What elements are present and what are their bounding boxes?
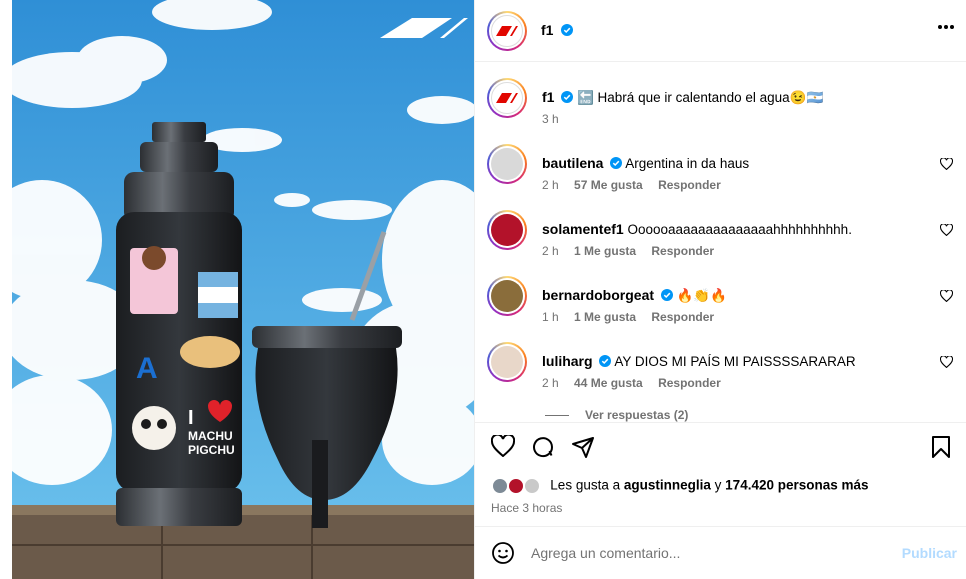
comment-body: solamentef1 Oooooaaaaaaaaaaaaaahhhhhhhhh…: [542, 220, 922, 239]
svg-text:I: I: [188, 407, 194, 429]
reply-button[interactable]: Responder: [651, 244, 714, 258]
caption-meta: 3 h: [542, 112, 571, 126]
like-comment-heart-icon[interactable]: [940, 290, 953, 302]
post-timestamp: Hace 3 horas: [491, 501, 563, 515]
comment-username[interactable]: bernardoborgeat: [542, 287, 654, 303]
f1-logo-icon: [496, 26, 518, 36]
post-header: f1: [475, 0, 966, 62]
likes-user[interactable]: agustinneglia: [624, 478, 711, 493]
verified-badge-icon: [561, 91, 574, 103]
commenter-avatar[interactable]: [487, 144, 527, 184]
likes-prefix: Les gusta a: [550, 477, 621, 493]
f1-logo-icon: [496, 93, 518, 103]
like-comment-heart-icon[interactable]: [940, 356, 953, 368]
save-bookmark-icon[interactable]: [931, 435, 951, 459]
comment-body: bernardoborgeat 🔥👏🔥: [542, 286, 922, 305]
reply-button[interactable]: Responder: [651, 310, 714, 324]
like-comment-heart-icon[interactable]: [940, 224, 953, 236]
verified-badge-icon: [660, 289, 673, 301]
left-margin: [0, 0, 12, 579]
likes-summary[interactable]: Les gusta a agustinneglia y 174.420 pers…: [491, 477, 869, 495]
caption-text: 🔚 Habrá que ir calentando el agua😉🇦🇷: [576, 90, 824, 105]
svg-text:PIGCHU: PIGCHU: [188, 443, 235, 457]
more-horizontal-icon[interactable]: [937, 24, 955, 30]
like-comment-heart-icon[interactable]: [940, 158, 953, 170]
likes-middle: y: [714, 477, 722, 493]
comment-body: luliharg AY DIOS MI PAÍS MI PAISSSSARARA…: [542, 352, 922, 371]
comment-time: 2 h: [542, 178, 559, 192]
comment-item: bernardoborgeat 🔥👏🔥 1 h 1 Me gusta Respo…: [487, 276, 957, 336]
caption-username[interactable]: f1: [542, 89, 554, 105]
svg-text:MACHU: MACHU: [188, 429, 233, 443]
comment-text: 🔥👏🔥: [676, 288, 727, 303]
comment-likes[interactable]: 1 Me gusta: [574, 310, 636, 324]
instagram-post-window: A I MACHU PIGCHU f1 f1 🔚 Habrá que ir ca…: [0, 0, 966, 579]
comment-meta: 2 h 44 Me gusta Responder: [542, 376, 733, 390]
commenter-avatar[interactable]: [487, 342, 527, 382]
comment-meta: 1 h 1 Me gusta Responder: [542, 310, 726, 324]
comment-text: Argentina in da haus: [625, 156, 750, 171]
add-comment-bar: Agrega un comentario... Publicar: [475, 528, 966, 579]
comment-body: bautilena Argentina in da haus: [542, 154, 922, 173]
post-side-panel: f1 f1 🔚 Habrá que ir calentando el agua😉…: [474, 0, 966, 579]
comment-time: 1 h: [542, 310, 559, 324]
author-avatar[interactable]: [487, 78, 527, 118]
comment-item: solamentef1 Oooooaaaaaaaaaaaaaahhhhhhhhh…: [487, 210, 957, 270]
comment-likes[interactable]: 1 Me gusta: [574, 244, 636, 258]
comment-meta: 2 h 57 Me gusta Responder: [542, 178, 733, 192]
comment-input[interactable]: Agrega un comentario...: [531, 545, 680, 561]
verified-badge-icon: [599, 355, 612, 367]
comment-time: 2 h: [542, 376, 559, 390]
view-replies-link[interactable]: Ver respuestas (2): [545, 408, 688, 422]
commenter-avatar[interactable]: [487, 210, 527, 250]
comment-username[interactable]: luliharg: [542, 353, 593, 369]
share-paper-plane-icon[interactable]: [571, 435, 595, 459]
thermos-mate-illustration: A I MACHU PIGCHU: [12, 0, 474, 579]
comments-list[interactable]: f1 🔚 Habrá que ir calentando el agua😉🇦🇷 …: [475, 62, 966, 422]
caption-time: 3 h: [542, 112, 559, 126]
comment-item: luliharg AY DIOS MI PAÍS MI PAISSSSARARA…: [487, 342, 957, 402]
reply-button[interactable]: Responder: [658, 376, 721, 390]
like-heart-icon[interactable]: [491, 435, 515, 457]
view-replies-label: Ver respuestas (2): [585, 408, 689, 422]
svg-text:A: A: [136, 352, 158, 385]
comment-bubble-icon[interactable]: [531, 435, 555, 459]
comment-text: AY DIOS MI PAÍS MI PAISSSSARARAR: [614, 354, 856, 369]
replies-divider: [545, 415, 569, 417]
comment-likes[interactable]: 57 Me gusta: [574, 178, 643, 192]
caption-body: f1 🔚 Habrá que ir calentando el agua😉🇦🇷: [542, 88, 922, 107]
comment-meta: 2 h 1 Me gusta Responder: [542, 244, 726, 258]
comment-username[interactable]: bautilena: [542, 155, 603, 171]
commenter-avatar[interactable]: [487, 276, 527, 316]
comment-item: bautilena Argentina in da haus 2 h 57 Me…: [487, 144, 957, 204]
caption: f1 🔚 Habrá que ir calentando el agua😉🇦🇷 …: [487, 78, 957, 138]
publish-button[interactable]: Publicar: [902, 545, 957, 561]
emoji-smiley-icon[interactable]: [491, 541, 515, 565]
comment-time: 2 h: [542, 244, 559, 258]
author-avatar[interactable]: [487, 11, 527, 51]
post-actions: Les gusta a agustinneglia y 174.420 pers…: [475, 422, 966, 527]
author-username[interactable]: f1: [541, 22, 553, 38]
comment-text: Oooooaaaaaaaaaaaaaahhhhhhhhhh.: [627, 222, 852, 237]
reply-button[interactable]: Responder: [658, 178, 721, 192]
author-name-row: f1: [541, 22, 573, 40]
post-image[interactable]: A I MACHU PIGCHU: [12, 0, 474, 579]
verified-badge-icon: [560, 24, 573, 36]
liker-avatar: [522, 477, 541, 495]
likes-count[interactable]: 174.420 personas más: [725, 478, 868, 493]
comment-username[interactable]: solamentef1: [542, 221, 624, 237]
comment-likes[interactable]: 44 Me gusta: [574, 376, 643, 390]
verified-badge-icon: [610, 157, 623, 169]
